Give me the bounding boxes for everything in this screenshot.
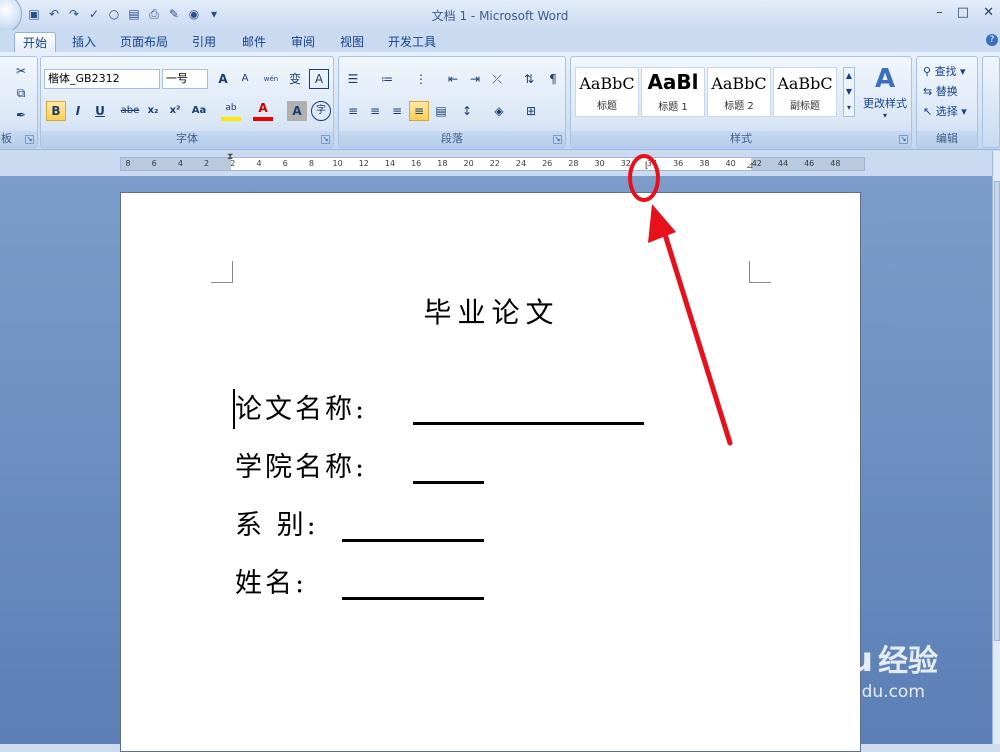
watermark: Baidu 经验 jingyan.baidu.com — [768, 636, 938, 702]
annotation-arrow-shaft — [660, 225, 733, 446]
annotation-arrow-head — [648, 204, 676, 243]
watermark-brand: Baidu — [768, 640, 873, 680]
watermark-url: jingyan.baidu.com — [768, 682, 925, 702]
annotation-circle — [628, 154, 660, 202]
annotation-overlay — [628, 154, 733, 446]
watermark-cn: 经验 — [878, 644, 939, 679]
